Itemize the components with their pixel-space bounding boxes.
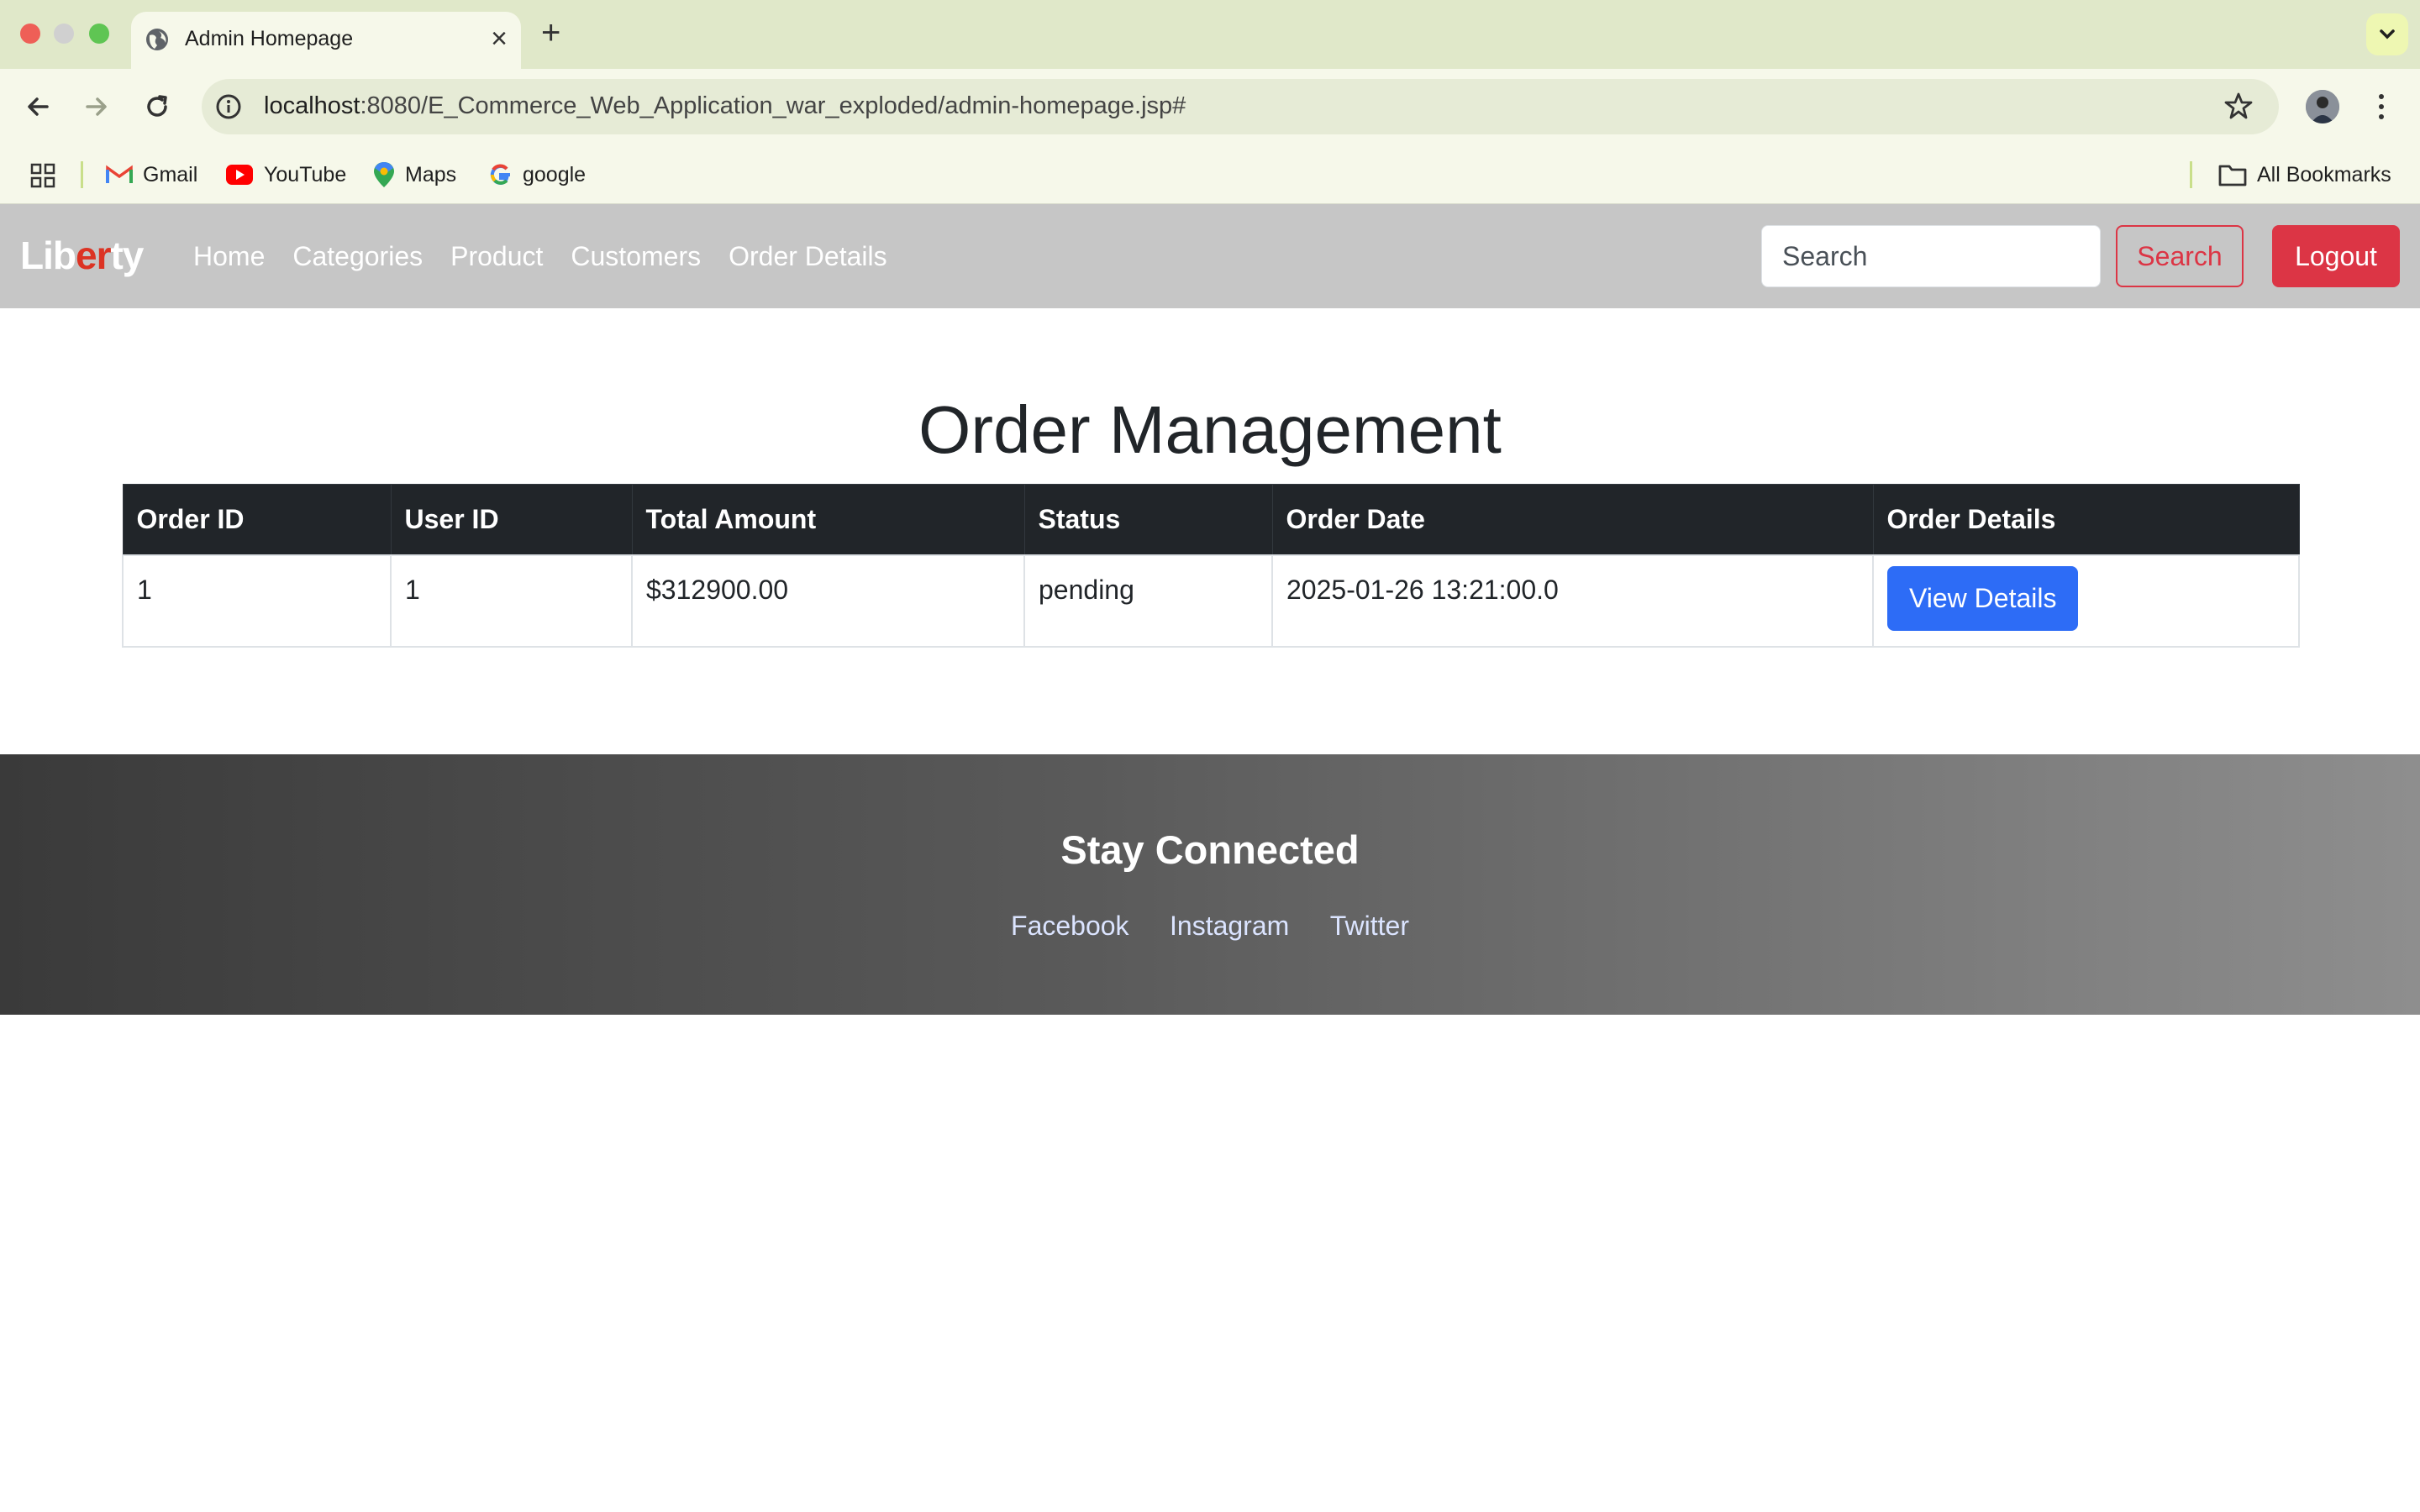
- search-button[interactable]: Search: [2116, 225, 2244, 287]
- footer-social-links: Facebook Instagram Twitter: [0, 911, 2420, 942]
- brand-part-2: er: [75, 234, 111, 277]
- new-tab-icon[interactable]: +: [541, 12, 560, 54]
- bookmarks-bar: Gmail YouTube Maps google All Bookmarks: [0, 144, 2420, 204]
- footer-link-instagram[interactable]: Instagram: [1170, 911, 1289, 941]
- column-header-status: Status: [1023, 484, 1273, 556]
- chevron-down-icon: [2380, 29, 2395, 39]
- bookmark-label: YouTube: [264, 162, 347, 186]
- all-bookmarks-button[interactable]: All Bookmarks: [2218, 161, 2391, 188]
- brand-logo[interactable]: Liberty: [20, 233, 144, 278]
- all-bookmarks-label: All Bookmarks: [2257, 162, 2391, 186]
- site-info-icon[interactable]: [215, 93, 242, 120]
- more-menu-icon[interactable]: [2373, 89, 2390, 124]
- table-row: 1 1 $312900.00 pending 2025-01-26 13:21:…: [122, 554, 2300, 648]
- footer-link-twitter[interactable]: Twitter: [1330, 911, 1409, 941]
- nav-link-product[interactable]: Product: [450, 241, 543, 272]
- tab-search-button[interactable]: [2366, 13, 2408, 55]
- browser-toolbar: localhost:8080/E_Commerce_Web_Applicatio…: [0, 69, 2420, 144]
- youtube-icon: [226, 165, 253, 185]
- bookmark-maps[interactable]: Maps: [373, 161, 456, 188]
- gmail-icon: [106, 165, 133, 183]
- site-footer: Stay Connected Facebook Instagram Twitte…: [0, 754, 2420, 1015]
- profile-avatar[interactable]: [2306, 90, 2339, 123]
- view-details-button[interactable]: View Details: [1887, 566, 2079, 631]
- column-header-total-amount: Total Amount: [631, 484, 1025, 556]
- bookmarks-divider: [2190, 161, 2192, 188]
- minimize-window-button[interactable]: [54, 24, 74, 44]
- bookmark-label: Gmail: [143, 162, 198, 186]
- browser-tab-bar: Admin Homepage × +: [0, 0, 2420, 69]
- browser-tab[interactable]: Admin Homepage ×: [131, 12, 521, 69]
- folder-icon: [2218, 165, 2247, 186]
- bookmark-label: google: [523, 162, 587, 186]
- search-input[interactable]: [1761, 225, 2101, 287]
- forward-arrow-icon[interactable]: [79, 89, 114, 124]
- back-arrow-icon[interactable]: [20, 89, 55, 124]
- bookmark-youtube[interactable]: YouTube: [225, 161, 346, 188]
- column-header-order-id: Order ID: [122, 484, 392, 556]
- cell-order-date: 2025-01-26 13:21:00.0: [1271, 554, 1874, 648]
- nav-link-customers[interactable]: Customers: [571, 241, 701, 272]
- nav-link-order-details[interactable]: Order Details: [729, 241, 887, 272]
- column-header-user-id: User ID: [390, 484, 633, 556]
- close-tab-icon[interactable]: ×: [491, 22, 508, 55]
- orders-table: Order ID User ID Total Amount Status Ord…: [122, 484, 2300, 648]
- bookmark-gmail[interactable]: Gmail: [106, 161, 197, 188]
- brand-part-3: ty: [110, 234, 144, 277]
- bookmark-star-icon[interactable]: [2223, 91, 2254, 121]
- address-bar[interactable]: localhost:8080/E_Commerce_Web_Applicatio…: [202, 79, 2279, 134]
- bookmark-google[interactable]: google: [489, 161, 586, 188]
- cell-order-details: View Details: [1872, 554, 2300, 648]
- maximize-window-button[interactable]: [89, 24, 109, 44]
- reload-icon[interactable]: [139, 89, 175, 124]
- nav-link-home[interactable]: Home: [193, 241, 265, 272]
- maps-icon: [374, 162, 394, 187]
- footer-heading: Stay Connected: [1060, 827, 1360, 872]
- cell-status: pending: [1023, 554, 1273, 648]
- site-navbar: Liberty Home Categories Product Customer…: [0, 204, 2420, 308]
- page-title: Order Management: [918, 392, 1502, 467]
- apps-grid-icon[interactable]: [30, 163, 55, 188]
- brand-part-1: Lib: [20, 234, 76, 277]
- column-header-order-date: Order Date: [1271, 484, 1874, 556]
- table-header-row: Order ID User ID Total Amount Status Ord…: [122, 484, 2300, 556]
- cell-total-amount: $312900.00: [631, 554, 1025, 648]
- close-window-button[interactable]: [20, 24, 40, 44]
- nav-link-categories[interactable]: Categories: [292, 241, 423, 272]
- cell-user-id: 1: [390, 554, 633, 648]
- footer-link-facebook[interactable]: Facebook: [1011, 911, 1129, 941]
- url-host: localhost: [264, 92, 360, 119]
- tab-title: Admin Homepage: [185, 27, 354, 50]
- bookmark-label: Maps: [405, 162, 457, 186]
- url-text: localhost:8080/E_Commerce_Web_Applicatio…: [264, 92, 1186, 120]
- bookmarks-divider: [81, 161, 83, 188]
- url-path: :8080/E_Commerce_Web_Application_war_exp…: [360, 92, 1186, 119]
- logout-button[interactable]: Logout: [2272, 225, 2400, 287]
- globe-icon: [146, 29, 168, 50]
- cell-order-id: 1: [122, 554, 392, 648]
- google-icon: [490, 164, 510, 186]
- profile-icon: [2306, 90, 2339, 123]
- column-header-order-details: Order Details: [1872, 484, 2300, 556]
- nav-links: Home Categories Product Customers Order …: [193, 241, 915, 272]
